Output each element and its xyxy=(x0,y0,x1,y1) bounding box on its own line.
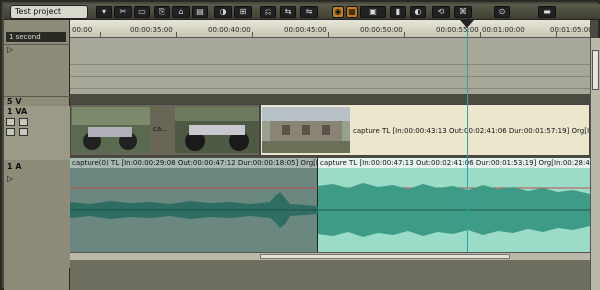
snap-icon[interactable]: ◉ xyxy=(332,6,344,18)
audio-track-1a[interactable]: capture(0) TL [In:00:00:29:08 Out:00:00:… xyxy=(70,158,590,252)
video-clip[interactable]: capture TL [In:00:00:43:13 Out:00:02:41:… xyxy=(260,104,590,156)
video-track-1va[interactable]: ca... capture TL [In:00:00:43:13 Out:00:… xyxy=(70,104,590,156)
vertical-scroll-thumb[interactable] xyxy=(592,50,599,90)
ripple-button[interactable]: ⇋ xyxy=(300,6,318,18)
loop-button[interactable]: ⟲ xyxy=(432,6,450,18)
audio-clip[interactable]: capture(0) TL [In:00:00:29:08 Out:00:00:… xyxy=(70,158,318,252)
lock-icon[interactable] xyxy=(6,118,15,126)
ruler-tick-label: 00:00:40:00 xyxy=(208,26,251,34)
clip-thumbnail xyxy=(262,107,350,153)
marker-button[interactable]: ⌂ xyxy=(172,6,190,18)
track-divider xyxy=(70,88,590,89)
audio-clip[interactable]: capture TL [In:00:00:47:13 Out:00:02:41:… xyxy=(318,158,590,252)
ruler-tick-label: 00:00:50:00 xyxy=(360,26,403,34)
link-icon[interactable]: ▦ xyxy=(346,6,358,18)
track-header-1a: 1 A ▷ xyxy=(4,160,70,268)
ruler-tick-label: 00:01:00:00 xyxy=(482,26,525,34)
ruler-tick xyxy=(404,32,405,37)
track-header-1va: 1 VA xyxy=(4,106,70,160)
fade-button[interactable]: ◐ xyxy=(410,6,426,18)
track-label-1a: 1 A xyxy=(7,162,22,171)
timeline-ruler[interactable]: 00:00 00:00:35:00 00:00:40:00 00:00:45:0… xyxy=(70,20,590,38)
ruler-tick xyxy=(176,32,177,37)
timeline-footer xyxy=(70,260,590,290)
clip-label: ca... xyxy=(153,125,168,133)
expand-icon[interactable]: ▷ xyxy=(7,174,13,183)
select-tool-button[interactable]: ▾ xyxy=(96,6,112,18)
track-controls xyxy=(6,118,68,127)
ruler-tick-label: 00:00:35:00 xyxy=(130,26,173,34)
horizontal-scrollbar[interactable] xyxy=(70,252,590,260)
playhead-handle-icon[interactable] xyxy=(460,20,474,28)
vertical-scrollbar[interactable] xyxy=(590,38,600,290)
clip-thumbnail xyxy=(175,107,259,153)
track-label-5v: 5 V xyxy=(7,97,22,106)
undo-button[interactable]: ⎌ xyxy=(260,6,276,18)
grid-button[interactable]: ⊞ xyxy=(234,6,252,18)
clip-label: capture(0) TL [In:00:00:29:08 Out:00:00:… xyxy=(70,158,317,168)
mix-button[interactable]: ◑ xyxy=(214,6,232,18)
timeline-scale-select[interactable]: 1 second xyxy=(6,32,66,42)
video-toggle-icon[interactable] xyxy=(6,128,15,136)
empty-track-area[interactable] xyxy=(70,38,590,94)
copy-button[interactable]: ⎘ xyxy=(154,6,170,18)
record-button[interactable]: ⊙ xyxy=(494,6,510,18)
razor-tool-button[interactable]: ✂ xyxy=(114,6,132,18)
clip-label: capture TL [In:00:00:43:13 Out:00:02:41:… xyxy=(353,127,590,135)
audio-toggle-icon[interactable] xyxy=(18,128,28,136)
clip-button[interactable]: ▭ xyxy=(134,6,150,18)
swap-button[interactable]: ⇆ xyxy=(280,6,296,18)
ruler-tick-label: 00:00 xyxy=(72,26,93,34)
ruler-tick xyxy=(100,32,101,37)
audio-waveform xyxy=(318,183,590,237)
track-mode-button[interactable]: ▣ xyxy=(360,6,386,18)
track-controls xyxy=(6,128,68,137)
clip-thumbnail xyxy=(72,107,150,153)
divider xyxy=(4,44,70,45)
playhead-line[interactable] xyxy=(467,20,468,252)
track-label-1va: 1 VA xyxy=(7,107,28,116)
ruler-tick xyxy=(252,32,253,37)
video-clip[interactable]: ca... xyxy=(70,104,260,156)
ruler-tick xyxy=(328,32,329,37)
track-divider xyxy=(70,76,590,77)
track-header-panel: 1 second ▷ 5 V 1 VA 1 A ▷ xyxy=(4,20,70,290)
sync-icon[interactable] xyxy=(18,118,28,126)
project-name-field[interactable]: Test project xyxy=(10,5,88,19)
track-divider xyxy=(70,64,590,65)
audio-waveform xyxy=(70,187,318,228)
ruler-tick xyxy=(480,32,481,37)
panel-button[interactable]: ▬ xyxy=(538,6,556,18)
ruler-tick xyxy=(556,32,557,37)
clip-label: capture TL [In:00:00:47:13 Out:00:02:41:… xyxy=(318,158,590,168)
settings-button[interactable]: ⌘ xyxy=(454,6,472,18)
timeline-window: Test project ▾ ✂ ▭ ⎘ ⌂ ▤ ◑ ⊞ ⎌ ⇆ ⇋ ◉ ▦ ▣… xyxy=(0,0,600,290)
ruler-tick-label: 00:00:45:00 xyxy=(284,26,327,34)
split-button[interactable]: ▮ xyxy=(390,6,406,18)
layout-button[interactable]: ▤ xyxy=(192,6,208,18)
timeline-toolbar: Test project ▾ ✂ ▭ ⎘ ⌂ ▤ ◑ ⊞ ⎌ ⇆ ⇋ ◉ ▦ ▣… xyxy=(4,4,600,20)
horizontal-scroll-thumb[interactable] xyxy=(260,254,510,259)
expand-icon[interactable]: ▷ xyxy=(7,45,13,54)
